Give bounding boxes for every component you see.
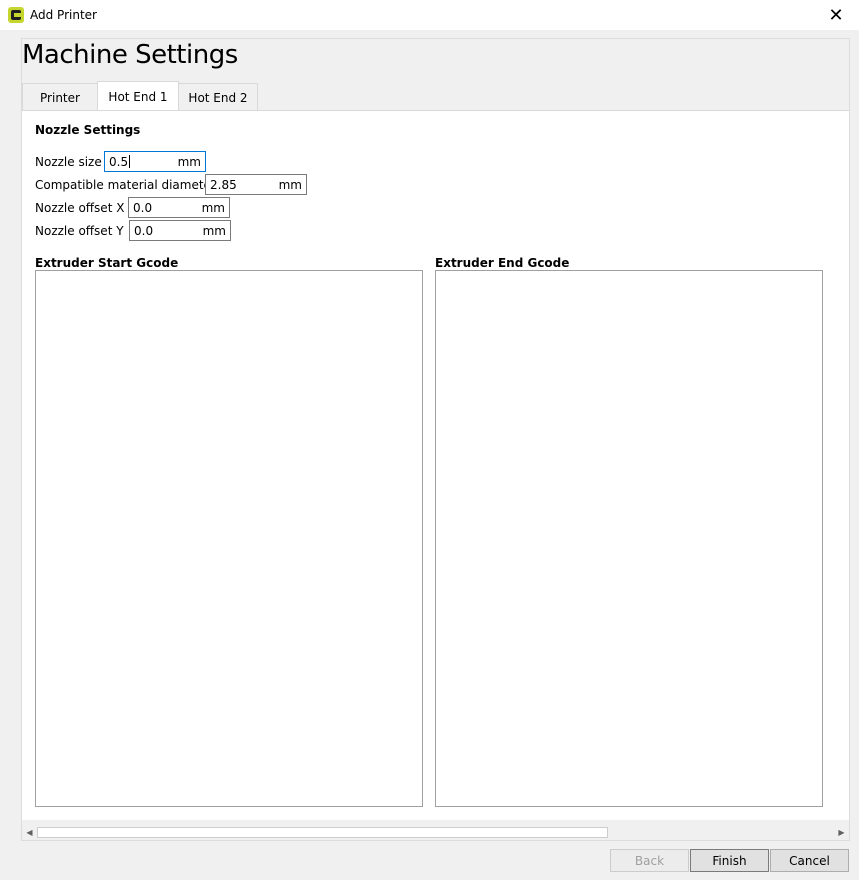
- tab-label: Hot End 1: [108, 89, 168, 104]
- finish-button-label: Finish: [712, 853, 747, 868]
- nozzle-offset-x-unit: mm: [201, 201, 225, 215]
- nozzle-offset-x-input[interactable]: 0.0 mm: [128, 197, 230, 218]
- cancel-button[interactable]: Cancel: [770, 849, 849, 872]
- page-title: Machine Settings: [22, 40, 238, 70]
- extruder-start-gcode-textarea[interactable]: [35, 270, 423, 807]
- tab-label: Printer: [40, 90, 80, 105]
- close-button[interactable]: ✕: [813, 0, 859, 31]
- cancel-button-label: Cancel: [789, 853, 830, 868]
- back-button[interactable]: Back: [610, 849, 689, 872]
- chevron-left-icon: ◀: [26, 828, 33, 837]
- nozzle-offset-y-input[interactable]: 0.0 mm: [129, 220, 231, 241]
- nozzle-size-unit: mm: [177, 155, 201, 169]
- hot-end-panel: Nozzle Settings Nozzle size 0.5 mm Compa…: [22, 110, 849, 820]
- nozzle-offset-x-label: Nozzle offset X: [35, 201, 125, 215]
- nozzle-size-value: 0.5: [109, 155, 129, 169]
- cura-logo-icon: [8, 7, 24, 23]
- nozzle-offset-y-value: 0.0: [134, 224, 154, 238]
- material-diameter-input[interactable]: 2.85 mm: [205, 174, 307, 195]
- scroll-right-button[interactable]: ▶: [834, 825, 849, 840]
- tab-hot-end-2[interactable]: Hot End 2: [178, 83, 258, 111]
- extruder-start-gcode-title: Extruder Start Gcode: [35, 256, 179, 270]
- material-diameter-unit: mm: [278, 178, 302, 192]
- scroll-left-button[interactable]: ◀: [22, 825, 37, 840]
- text-caret: [129, 155, 131, 168]
- chevron-right-icon: ▶: [838, 828, 845, 837]
- nozzle-size-label: Nozzle size: [35, 155, 102, 169]
- tab-hot-end-1[interactable]: Hot End 1: [97, 81, 179, 111]
- material-diameter-value: 2.85: [210, 178, 237, 192]
- horizontal-scrollbar[interactable]: ◀ ▶: [22, 825, 849, 840]
- tab-label: Hot End 2: [188, 90, 248, 105]
- window-title: Add Printer: [30, 8, 97, 22]
- nozzle-settings-title: Nozzle Settings: [35, 123, 141, 137]
- finish-button[interactable]: Finish: [690, 849, 769, 872]
- nozzle-offset-y-label: Nozzle offset Y: [35, 224, 124, 238]
- tab-printer[interactable]: Printer: [22, 83, 98, 111]
- close-icon: ✕: [828, 5, 844, 26]
- back-button-label: Back: [634, 853, 665, 868]
- title-bar: Add Printer ✕: [0, 0, 859, 31]
- extruder-end-gcode-title: Extruder End Gcode: [435, 256, 570, 270]
- nozzle-size-input[interactable]: 0.5 mm: [104, 151, 206, 172]
- scroll-thumb[interactable]: [37, 827, 608, 838]
- nozzle-offset-y-unit: mm: [202, 224, 226, 238]
- nozzle-offset-x-value: 0.0: [133, 201, 153, 215]
- material-diameter-label: Compatible material diameter: [35, 178, 216, 192]
- extruder-end-gcode-textarea[interactable]: [435, 270, 823, 807]
